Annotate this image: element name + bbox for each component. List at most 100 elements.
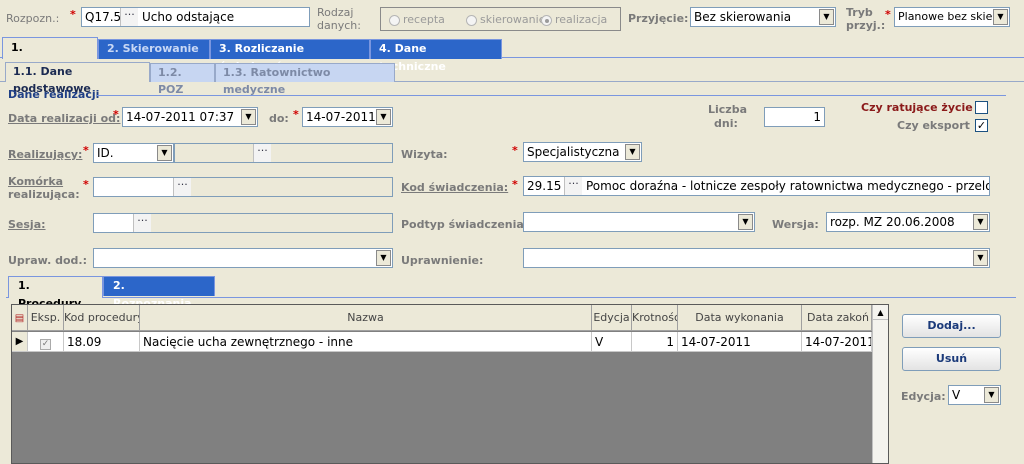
tryb-label-2: przyj.: [846,19,886,32]
row-data-zakonczenia: 14-07-2011 [802,332,872,352]
chevron-down-icon[interactable]: ▼ [819,9,834,25]
required-marker: * [83,144,89,157]
required-marker: * [885,8,891,21]
ratujace-checkbox[interactable] [975,101,988,114]
realizujacy-label: Realizujący: [8,148,83,161]
header-krotnosc[interactable]: Krotność [632,305,678,331]
check-icon: ✓ [40,339,51,350]
chevron-down-icon[interactable]: ▼ [625,144,640,160]
sesja-lookup-button[interactable]: ··· [133,214,151,232]
rodzaj-label: Rodzaj [317,6,354,19]
required-marker: * [70,8,76,21]
tryb-select[interactable]: Planowe bez skie ▼ [894,7,1010,27]
chevron-down-icon[interactable]: ▼ [241,109,256,125]
data-od-field[interactable]: 14-07-2011 07:37 ▼ [122,107,258,127]
header-eksp[interactable]: Eksp. [28,305,64,331]
radio-realizacja[interactable]: realizacja [541,13,607,26]
header-nazwa[interactable]: Nazwa [140,305,592,331]
tab-procedury[interactable]: 1. Procedury [8,276,103,310]
chevron-down-icon[interactable]: ▼ [984,387,999,403]
podtyp-select[interactable]: ▼ [523,212,755,232]
tab-realizacja[interactable]: 1. Realizacja [2,37,98,74]
wizyta-label: Wizyta: [401,148,448,161]
chevron-down-icon[interactable]: ▼ [376,250,391,266]
realizujacy-name-field[interactable]: ··· [174,143,393,163]
scroll-up-icon[interactable]: ▲ [873,305,888,320]
komorka-code-area[interactable] [94,178,173,196]
rodzaj-label-2: danych: [317,19,361,32]
header-kod[interactable]: Kod procedury [64,305,140,331]
komorka-lookup-button[interactable]: ··· [173,178,191,196]
sesja-field[interactable]: ··· [93,213,393,233]
row-edycja: V [592,332,632,352]
edycja-value: V [952,388,961,402]
kod-swiadczenia-field[interactable]: 29.15 ··· Pomoc doraźna - lotnicze zespo… [523,176,990,196]
row-pointer-icon: ▶ [12,332,28,352]
rozpozn-code: Q17.5 [85,10,122,24]
row-data-wykonania: 14-07-2011 [678,332,802,352]
przyjecie-value: Bez skierowania [694,10,792,24]
tab-dane-podstawowe[interactable]: 1.1. Dane podstawowe [5,62,150,95]
procedury-grid: ▤ Eksp. Kod procedury Nazwa Edycja Krotn… [11,304,889,464]
ratujace-label: Czy ratujące życie [861,101,973,114]
radio-recepta[interactable]: recepta [389,13,445,26]
grid-header-corner: ▤ [12,305,28,331]
chevron-down-icon[interactable]: ▼ [738,214,753,230]
dodaj-button[interactable]: Dodaj... [902,314,1001,338]
chevron-down-icon[interactable]: ▼ [993,9,1008,25]
usun-button[interactable]: Usuń [902,347,1001,371]
komorka-label-2: realizująca: [8,188,80,201]
kod-swiadczenia-lookup-button[interactable]: ··· [564,177,582,195]
row-eksp-checkbox[interactable]: ✓ [28,332,64,352]
upraw-dod-select[interactable]: ▼ [93,248,393,268]
kod-swiadczenia-name: Pomoc doraźna - lotnicze zespoły ratowni… [586,179,990,193]
chevron-down-icon[interactable]: ▼ [973,214,988,230]
radio-skierowanie[interactable]: skierowanie [466,13,545,26]
tab-poz[interactable]: 1.2. POZ [150,63,215,96]
wersja-value: rozp. MZ 20.06.2008 [830,215,955,229]
wersja-select[interactable]: rozp. MZ 20.06.2008 ▼ [826,212,990,232]
rozpozn-field[interactable]: Q17.5 ··· Ucho odstające [81,7,310,27]
uprawnienie-select[interactable]: ▼ [523,248,990,268]
realizujacy-value: ID. [97,146,114,160]
sesja-code-area[interactable] [94,214,133,232]
uprawnienie-label: Uprawnienie: [401,254,484,267]
edycja-select[interactable]: V ▼ [948,385,1001,405]
tab-rozliczanie[interactable]: 3. Rozliczanie świadczeń [210,39,370,73]
data-do-field[interactable]: 14-07-2011 ▼ [302,107,393,127]
komorka-field[interactable]: ··· [93,177,393,197]
header-data-zakonczenia[interactable]: Data zakoń [802,305,872,331]
realizujacy-lookup-button[interactable]: ··· [253,144,271,162]
data-do-label: do: [269,112,289,125]
data-od-value: 14-07-2011 07:37 [126,110,235,124]
wizyta-value: Specjalistyczna [527,145,620,159]
podtyp-label: Podtyp świadczenia: [401,218,529,231]
header-edycja[interactable]: Edycja [592,305,632,331]
chevron-down-icon[interactable]: ▼ [157,145,172,161]
liczba-dni-field[interactable]: 1 [764,107,825,127]
eksport-checkbox[interactable]: ✓ [975,119,988,132]
edycja-label: Edycja: [901,390,946,403]
tab-skierowanie[interactable]: 2. Skierowanie [98,39,210,59]
tab-rozpoznania[interactable]: 2. Rozpoznania [103,276,215,310]
rodzaj-radio-group: recepta skierowanie realizacja [380,7,621,31]
chevron-down-icon[interactable]: ▼ [973,250,988,266]
row-krotnosc: 1 [632,332,678,352]
komorka-label: Komórka [8,175,64,188]
wizyta-select[interactable]: Specjalistyczna ▼ [523,142,642,162]
rozpozn-lookup-button[interactable]: ··· [120,8,138,26]
header-data-wykonania[interactable]: Data wykonania [678,305,802,331]
realizujacy-select[interactable]: ID. ▼ [93,143,174,163]
chevron-down-icon[interactable]: ▼ [376,109,391,125]
radio-selected-icon [541,14,552,26]
sesja-label: Sesja: [8,218,46,231]
export-icon[interactable]: ▤ [15,313,24,324]
radio-icon [466,14,477,26]
eksport-label: Czy eksport [897,119,970,132]
wersja-label: Wersja: [772,218,819,231]
tab-ratownictwo[interactable]: 1.3. Ratownictwo medyczne [215,63,395,96]
grid-vertical-scrollbar[interactable]: ▲ [872,305,888,463]
rozpozn-name: Ucho odstające [142,10,235,24]
tab-dane-techniczne[interactable]: 4. Dane techniczne [370,39,502,73]
przyjecie-select[interactable]: Bez skierowania ▼ [690,7,836,27]
